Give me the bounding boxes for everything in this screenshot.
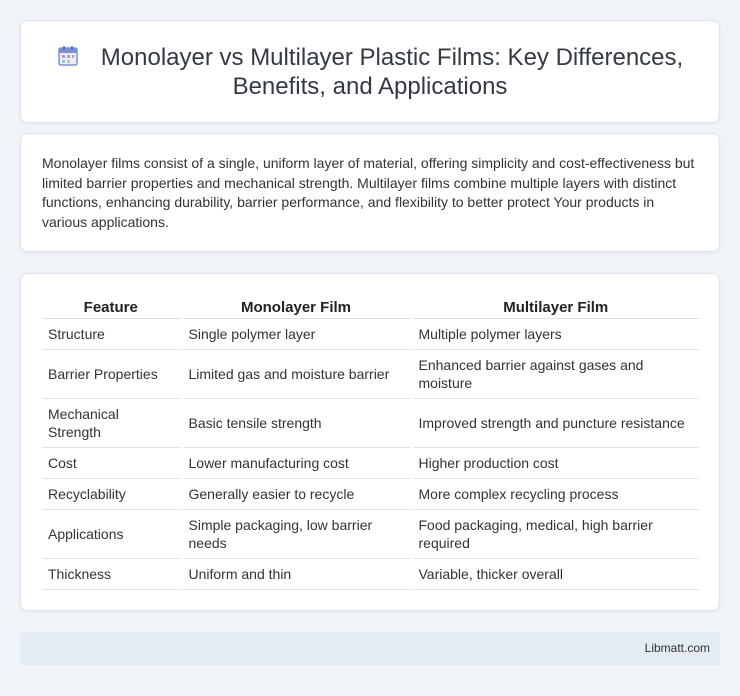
table-header-row: Feature Monolayer Film Multilayer Film bbox=[42, 295, 699, 319]
table-cell: Food packaging, medical, high barrier re… bbox=[409, 509, 699, 559]
column-header-monolayer: Monolayer Film bbox=[179, 295, 411, 319]
table-cell: Variable, thicker overall bbox=[409, 558, 699, 590]
table-row: Cost Lower manufacturing cost Higher pro… bbox=[42, 447, 699, 479]
table-cell: Multiple polymer layers bbox=[409, 318, 699, 350]
intro-card: Monolayer films consist of a single, uni… bbox=[20, 133, 720, 252]
page-title-text: Monolayer vs Multilayer Plastic Films: K… bbox=[100, 44, 684, 100]
column-header-feature: Feature bbox=[42, 295, 181, 319]
intro-paragraph: Monolayer films consist of a single, uni… bbox=[42, 155, 695, 230]
table-cell: Generally easier to recycle bbox=[179, 478, 411, 510]
page-title: Monolayer vs Multilayer Plastic Films: K… bbox=[21, 43, 719, 101]
table-cell: Improved strength and puncture resistanc… bbox=[409, 398, 699, 448]
table-cell: Structure bbox=[42, 318, 181, 350]
table-cell: Lower manufacturing cost bbox=[179, 447, 411, 479]
table-row: Thickness Uniform and thin Variable, thi… bbox=[42, 558, 699, 590]
table-cell: Barrier Properties bbox=[42, 349, 181, 399]
table-cell: Uniform and thin bbox=[179, 558, 411, 590]
table-cell: Simple packaging, low barrier needs bbox=[179, 509, 411, 559]
table-row: Barrier Properties Limited gas and moist… bbox=[42, 349, 699, 399]
column-header-multilayer: Multilayer Film bbox=[409, 295, 699, 319]
table-cell: Single polymer layer bbox=[179, 318, 411, 350]
calendar-icon bbox=[57, 45, 79, 67]
footer: Libmatt.com bbox=[20, 632, 720, 665]
table-cell: Applications bbox=[42, 509, 181, 559]
table-cell: Higher production cost bbox=[409, 447, 699, 479]
footer-site-link[interactable]: Libmatt.com bbox=[645, 641, 710, 655]
table-cell: Enhanced barrier against gases and moist… bbox=[409, 349, 699, 399]
table-row: Applications Simple packaging, low barri… bbox=[42, 509, 699, 559]
table-cell: More complex recycling process bbox=[409, 478, 699, 510]
table-row: Recyclability Generally easier to recycl… bbox=[42, 478, 699, 510]
table-cell: Basic tensile strength bbox=[179, 398, 411, 448]
table-cell: Cost bbox=[42, 447, 181, 479]
title-card: Monolayer vs Multilayer Plastic Films: K… bbox=[20, 20, 720, 123]
comparison-table: Feature Monolayer Film Multilayer Film S… bbox=[42, 295, 699, 590]
table-row: Mechanical Strength Basic tensile streng… bbox=[42, 398, 699, 448]
comparison-card: Feature Monolayer Film Multilayer Film S… bbox=[20, 273, 720, 611]
title-wrap: Monolayer vs Multilayer Plastic Films: K… bbox=[21, 43, 719, 101]
table-cell: Mechanical Strength bbox=[42, 398, 181, 448]
table-cell: Limited gas and moisture barrier bbox=[179, 349, 411, 399]
table-cell: Recyclability bbox=[42, 478, 181, 510]
table-row: Structure Single polymer layer Multiple … bbox=[42, 318, 699, 350]
table-cell: Thickness bbox=[42, 558, 181, 590]
